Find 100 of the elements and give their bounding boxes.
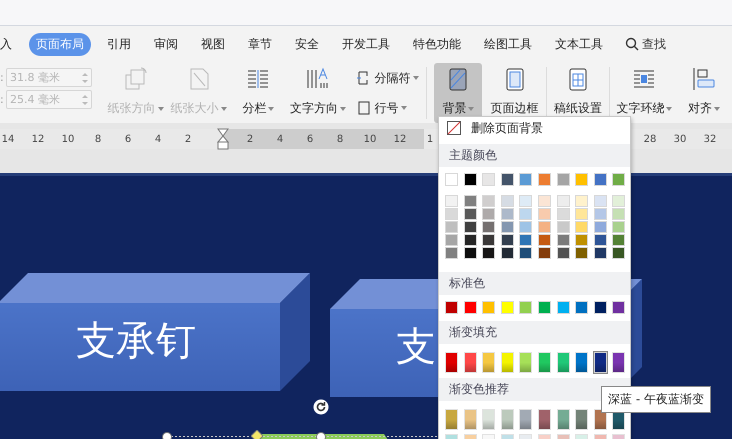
color-swatch[interactable] [500,301,514,314]
color-swatch[interactable] [575,301,588,314]
color-swatch[interactable] [445,301,458,314]
color-swatch[interactable] [482,173,496,186]
color-swatch[interactable] [538,208,551,220]
color-swatch[interactable] [482,208,496,220]
color-swatch[interactable] [464,247,477,259]
resize-handle[interactable] [162,432,172,439]
color-swatch[interactable] [612,247,626,259]
color-swatch[interactable] [612,208,626,220]
color-swatch[interactable] [594,301,607,314]
color-swatch[interactable] [519,208,532,220]
color-swatch[interactable] [594,208,607,220]
color-swatch[interactable] [556,173,570,186]
color-swatch[interactable] [538,195,551,207]
gradient-swatch[interactable] [594,409,607,430]
gradient-swatch[interactable] [538,352,551,373]
color-swatch[interactable] [445,247,458,259]
color-swatch[interactable] [594,173,607,186]
color-swatch[interactable] [445,234,458,246]
ribbon-tab[interactable]: 特色功能 [406,32,468,56]
color-swatch[interactable] [612,301,626,314]
ribbon-tab[interactable]: 开发工具 [335,32,397,56]
gradient-swatch[interactable] [612,352,626,373]
color-swatch[interactable] [538,247,551,259]
color-swatch[interactable] [575,208,588,220]
search-button[interactable]: 查找 [625,36,666,52]
gradient-swatch[interactable] [538,409,551,430]
toolbar-button[interactable]: 背景 [434,63,482,123]
color-swatch[interactable] [556,221,570,233]
color-swatch[interactable] [519,173,532,186]
ribbon-tab[interactable]: 章节 [241,32,279,56]
color-swatch[interactable] [612,221,626,233]
color-swatch[interactable] [519,301,532,314]
gradient-swatch[interactable] [556,352,570,373]
color-swatch[interactable] [464,221,477,233]
color-swatch[interactable] [575,221,588,233]
color-swatch[interactable] [500,195,514,207]
color-swatch[interactable] [500,221,514,233]
gradient-swatch[interactable] [594,352,607,373]
color-swatch[interactable] [519,221,532,233]
color-swatch[interactable] [556,195,570,207]
color-swatch[interactable] [445,221,458,233]
ribbon-tab[interactable]: 审阅 [147,32,185,56]
gradient-swatch[interactable] [500,409,514,430]
color-swatch[interactable] [556,301,570,314]
gradient-swatch[interactable] [500,352,514,373]
color-swatch[interactable] [445,173,458,186]
color-swatch[interactable] [482,234,496,246]
color-swatch[interactable] [594,221,607,233]
ribbon-tab[interactable]: 安全 [288,32,326,56]
toolbar-button[interactable]: 对齐 [680,63,728,123]
gradient-swatch[interactable] [445,352,458,373]
ribbon-tab[interactable]: 文本工具 [548,32,610,56]
toolbar-button[interactable]: 分栏 [234,63,282,123]
rotate-handle-icon[interactable] [313,399,329,415]
color-swatch[interactable] [500,173,514,186]
color-swatch[interactable] [575,247,588,259]
color-swatch[interactable] [538,234,551,246]
color-swatch[interactable] [519,247,532,259]
color-swatch[interactable] [482,247,496,259]
gradient-swatch[interactable] [575,409,588,430]
color-swatch[interactable] [482,195,496,207]
adjust-handle[interactable] [251,430,263,439]
gradient-swatch[interactable] [575,352,588,373]
color-swatch[interactable] [482,221,496,233]
color-swatch[interactable] [500,247,514,259]
color-swatch[interactable] [482,301,496,314]
color-swatch[interactable] [464,195,477,207]
ribbon-tab[interactable]: 入 [0,32,14,56]
gradient-swatch[interactable] [445,409,458,430]
gradient-swatch[interactable] [556,409,570,430]
color-swatch[interactable] [612,234,626,246]
gradient-swatch[interactable] [519,352,532,373]
color-swatch[interactable] [538,301,551,314]
color-swatch[interactable] [556,247,570,259]
color-swatch[interactable] [612,173,626,186]
color-swatch[interactable] [445,195,458,207]
color-swatch[interactable] [612,195,626,207]
color-swatch[interactable] [519,195,532,207]
color-swatch[interactable] [538,173,551,186]
color-swatch[interactable] [594,234,607,246]
gradient-swatch[interactable] [464,409,477,430]
color-swatch[interactable] [575,195,588,207]
color-swatch[interactable] [575,234,588,246]
ribbon-tab[interactable]: 视图 [194,32,232,56]
gradient-swatch[interactable] [482,352,496,373]
color-swatch[interactable] [464,173,477,186]
ribbon-tab[interactable]: 引用 [100,32,138,56]
color-swatch[interactable] [556,234,570,246]
gradient-swatch[interactable] [519,409,532,430]
gradient-swatch[interactable] [482,409,496,430]
toolbar-button[interactable]: 行号 [357,100,420,116]
toolbar-button[interactable]: 文字方向 [290,63,346,123]
color-swatch[interactable] [519,234,532,246]
color-swatch[interactable] [556,208,570,220]
color-swatch[interactable] [445,208,458,220]
resize-handle[interactable] [316,432,326,439]
color-swatch[interactable] [575,173,588,186]
color-swatch[interactable] [594,247,607,259]
